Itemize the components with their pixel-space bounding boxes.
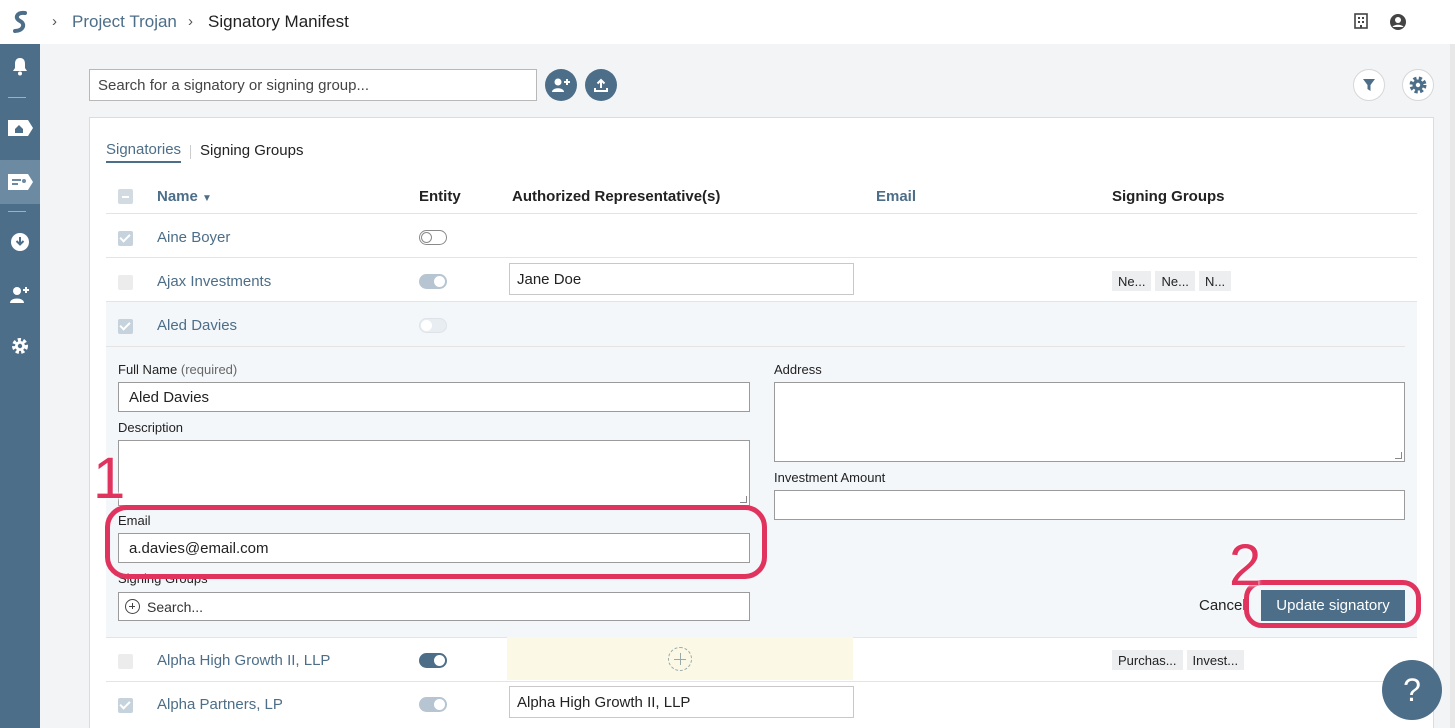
page-title: Signatory Manifest [208, 12, 349, 31]
scrollbar[interactable] [1450, 44, 1455, 728]
signatory-name[interactable]: Aled Davies [157, 317, 237, 334]
add-user-icon[interactable] [0, 274, 40, 314]
add-signatory-button[interactable] [545, 69, 577, 101]
sort-down-icon: ▼ [202, 193, 212, 204]
building-icon[interactable] [1353, 13, 1371, 31]
tab-bar: Signatories Signing Groups [106, 141, 303, 163]
column-header-signing-groups: Signing Groups [1112, 188, 1225, 205]
settings-button[interactable] [1402, 69, 1434, 101]
table-row[interactable]: Aine Boyer [106, 213, 1417, 257]
download-icon[interactable] [0, 222, 40, 262]
entity-toggle[interactable] [419, 697, 447, 712]
add-circle-icon [668, 646, 692, 671]
gear-icon[interactable] [0, 326, 40, 366]
entity-toggle[interactable] [419, 653, 447, 668]
sidebar [0, 44, 40, 728]
description-label: Description [118, 420, 184, 435]
row-checkbox[interactable] [118, 654, 133, 669]
column-header-reps: Authorized Representative(s) [512, 188, 721, 205]
signatory-name[interactable]: Ajax Investments [157, 273, 271, 290]
cancel-button[interactable]: Cancel [1199, 597, 1246, 614]
search-input[interactable] [89, 69, 537, 101]
authorized-rep-field[interactable]: Alpha High Growth II, LLP [509, 686, 854, 718]
investment-amount-field[interactable] [774, 490, 1405, 520]
row-checkbox[interactable] [118, 231, 133, 246]
sidebar-divider [8, 211, 26, 212]
top-bar: › Project Trojan › Signatory Manifest [0, 0, 1455, 44]
description-field[interactable] [118, 440, 750, 506]
entity-toggle[interactable] [419, 274, 447, 289]
row-checkbox[interactable] [118, 275, 133, 290]
row-divider [106, 346, 1405, 347]
sidebar-divider [8, 97, 26, 98]
address-label: Address [774, 362, 822, 377]
signatory-name[interactable]: Alpha Partners, LP [157, 696, 283, 713]
authorized-rep-field[interactable]: Jane Doe [509, 263, 854, 295]
signatory-manifest-icon[interactable] [0, 160, 40, 204]
signatory-name[interactable]: Aine Boyer [157, 229, 230, 246]
signing-group-chip[interactable]: Purchas... [1112, 650, 1183, 670]
address-field[interactable] [774, 382, 1405, 462]
annotation-highlight-email [105, 505, 767, 579]
tab-signing-groups[interactable]: Signing Groups [200, 142, 303, 162]
chevron-right-icon: › [52, 13, 57, 30]
signatory-name[interactable]: Alpha High Growth II, LLP [157, 652, 330, 669]
signing-group-chip[interactable]: Ne... [1155, 271, 1195, 291]
home-icon[interactable] [0, 108, 40, 148]
annotation-step-1: 1 [93, 446, 126, 511]
full-name-label: Full Name (required) [118, 362, 238, 377]
investment-amount-label: Investment Amount [774, 470, 886, 485]
add-representative-cell[interactable] [507, 637, 853, 680]
breadcrumb-project[interactable]: Project Trojan [72, 12, 177, 32]
chevron-right-icon: › [188, 13, 193, 30]
table-row[interactable]: Alpha Partners, LP Alpha High Growth II,… [106, 681, 1417, 728]
signing-group-chips: Ne... Ne... N... [1112, 271, 1232, 291]
signing-groups-search[interactable]: Search... [118, 592, 750, 621]
filter-button[interactable] [1353, 69, 1385, 101]
plus-circle-icon [125, 599, 140, 614]
table-row[interactable]: Ajax Investments Jane Doe Ne... Ne... N.… [106, 257, 1417, 301]
entity-toggle[interactable] [419, 318, 447, 333]
annotation-highlight-update [1244, 580, 1421, 628]
signing-group-chip[interactable]: Invest... [1186, 650, 1245, 670]
notifications-icon[interactable] [0, 46, 40, 86]
column-header-entity: Entity [419, 188, 461, 205]
tab-separator [190, 145, 192, 159]
signing-group-chip[interactable]: N... [1198, 271, 1232, 291]
tab-signatories[interactable]: Signatories [106, 141, 182, 163]
entity-toggle[interactable] [419, 230, 447, 245]
signing-groups-placeholder: Search... [147, 598, 204, 615]
select-all-checkbox[interactable] [118, 189, 133, 204]
user-account-icon[interactable] [1389, 13, 1407, 31]
app-logo[interactable] [0, 0, 40, 44]
column-header-email[interactable]: Email [876, 188, 916, 205]
row-checkbox[interactable] [118, 698, 133, 713]
row-checkbox[interactable] [118, 319, 133, 334]
upload-button[interactable] [585, 69, 617, 101]
column-header-name[interactable]: Name ▼ [157, 188, 212, 205]
annotation-step-2: 2 [1229, 533, 1262, 598]
full-name-field[interactable]: Aled Davies [118, 382, 750, 412]
signing-group-chips: Purchas... Invest... [1112, 650, 1245, 670]
help-button[interactable]: ? [1382, 660, 1442, 720]
signing-group-chip[interactable]: Ne... [1112, 271, 1152, 291]
